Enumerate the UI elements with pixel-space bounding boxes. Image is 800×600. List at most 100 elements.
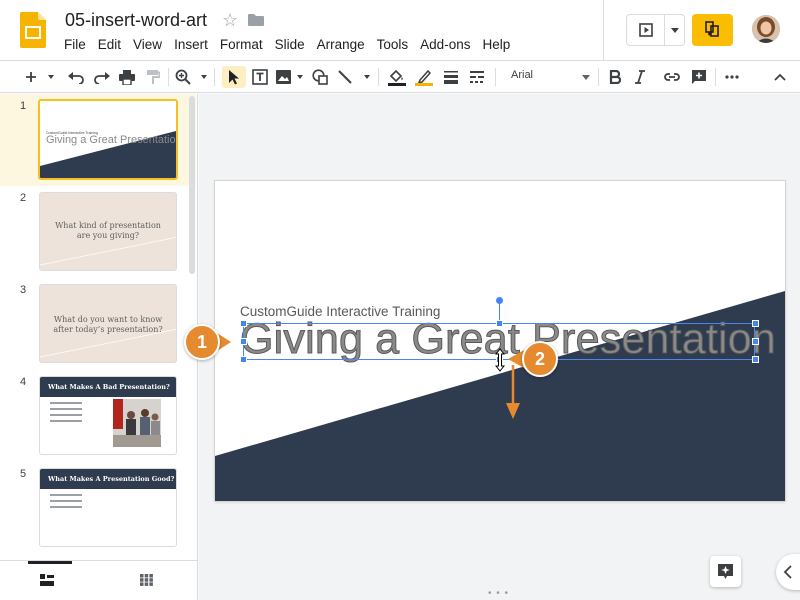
select-tool-button[interactable]: [222, 66, 246, 88]
callout-1: 1: [184, 324, 220, 360]
folder-icon[interactable]: [248, 13, 264, 26]
header-divider: [603, 0, 604, 60]
font-family-select[interactable]: Arial: [511, 69, 591, 81]
slide-number: 3: [20, 284, 27, 296]
insert-link-button[interactable]: [661, 66, 683, 88]
border-weight-button[interactable]: [440, 66, 462, 88]
text-box-button[interactable]: [249, 66, 271, 88]
slide-thumbnail[interactable]: What Makes A Presentation Good?: [39, 468, 177, 547]
toolbar-divider: [598, 68, 599, 86]
toolbar: Arial: [0, 60, 800, 93]
italic-button[interactable]: [630, 66, 650, 88]
more-options-button[interactable]: [721, 66, 743, 88]
menu-file[interactable]: File: [58, 36, 92, 53]
collapse-menus-button[interactable]: [769, 66, 791, 88]
slide-canvas-area: CustomGuide Interactive Training Giving …: [199, 94, 800, 600]
resize-cursor-icon: [495, 348, 505, 372]
callout-2: 2: [522, 341, 558, 377]
print-button[interactable]: [116, 66, 138, 88]
menu-view[interactable]: View: [127, 36, 168, 53]
resize-handle-nw[interactable]: [240, 320, 247, 327]
filmstrip-scrollbar[interactable]: [189, 96, 195, 274]
insert-image-button[interactable]: [274, 66, 306, 88]
menu-addons[interactable]: Add-ons: [414, 36, 476, 53]
menu-insert[interactable]: Insert: [168, 36, 214, 53]
border-color-button[interactable]: [412, 66, 436, 88]
filmstrip-slide-5[interactable]: 5 What Makes A Presentation Good?: [0, 462, 196, 554]
border-color-icon: [415, 69, 433, 86]
thumb-bullets: [50, 402, 82, 426]
thumb-title: Giving a Great Presentation: [46, 134, 178, 146]
zoom-button[interactable]: [174, 66, 210, 88]
filmstrip-slide-4[interactable]: 4 What Makes A Bad Presentation?: [0, 370, 196, 462]
menu-slide[interactable]: Slide: [269, 36, 311, 53]
slide-thumbnail[interactable]: What kind of presentation are you giving…: [39, 192, 177, 271]
slides-logo-icon[interactable]: [20, 12, 46, 48]
filmstrip-slide-2[interactable]: 2 What kind of presentation are you givi…: [0, 186, 196, 278]
grid-view-icon: [140, 574, 153, 586]
undo-button[interactable]: [65, 66, 87, 88]
menu-format[interactable]: Format: [214, 36, 269, 53]
grid-view-button[interactable]: [140, 573, 153, 591]
font-dropdown-icon[interactable]: [582, 75, 590, 80]
slide-number: 5: [20, 468, 27, 480]
menu-edit[interactable]: Edit: [92, 36, 127, 53]
paint-format-button[interactable]: [142, 66, 164, 88]
fill-color-button[interactable]: [385, 66, 409, 88]
border-dash-icon: [470, 71, 484, 83]
present-dropdown-icon[interactable]: [671, 28, 679, 33]
redo-button[interactable]: [91, 66, 113, 88]
resize-handle-ne[interactable]: [752, 320, 759, 327]
filmstrip-view-button[interactable]: [40, 573, 54, 591]
explore-icon: [718, 564, 733, 579]
star-icon[interactable]: ☆: [222, 10, 238, 31]
resize-handle-se[interactable]: [752, 356, 759, 363]
explore-button[interactable]: [710, 556, 741, 587]
present-divider: [664, 15, 665, 45]
resize-handle-w[interactable]: [240, 338, 247, 345]
chevron-left-icon: [783, 565, 792, 579]
select-icon: [229, 70, 239, 85]
toolbar-divider: [378, 68, 379, 86]
line-icon: [338, 70, 370, 84]
share-button[interactable]: [692, 14, 733, 46]
thumb-bullets: [50, 494, 82, 512]
bold-button[interactable]: [605, 66, 625, 88]
document-title[interactable]: 05-insert-word-art: [65, 10, 207, 31]
slide-thumbnail[interactable]: What Makes A Bad Presentation?: [39, 376, 177, 455]
menu-arrange[interactable]: Arrange: [311, 36, 371, 53]
shape-icon: [311, 69, 328, 85]
slide-editor[interactable]: CustomGuide Interactive Training Giving …: [215, 181, 785, 501]
menu-bar: File Edit View Insert Format Slide Arran…: [58, 36, 516, 53]
filmstrip-view-icon: [40, 574, 54, 586]
toolbar-divider: [168, 68, 169, 86]
menu-tools[interactable]: Tools: [371, 36, 415, 53]
zoom-icon: [175, 69, 207, 85]
toolbar-divider: [495, 68, 496, 86]
filmstrip-slide-3[interactable]: 3 What do you want to know after today’s…: [0, 278, 196, 370]
present-button[interactable]: [626, 14, 685, 46]
resize-handle-e[interactable]: [752, 338, 759, 345]
slide-thumbnail[interactable]: CustomGuide Interactive Training Giving …: [38, 99, 178, 180]
app-header: 05-insert-word-art ☆ File Edit View Inse…: [0, 0, 800, 60]
comment-icon: [692, 70, 706, 84]
line-button[interactable]: [336, 66, 374, 88]
slide-thumbnail[interactable]: What do you want to know after today’s p…: [39, 284, 177, 363]
menu-help[interactable]: Help: [476, 36, 516, 53]
avatar[interactable]: [752, 15, 780, 43]
side-panel-toggle[interactable]: [776, 554, 800, 590]
shape-button[interactable]: [309, 66, 331, 88]
resize-handle-sw[interactable]: [240, 356, 247, 363]
drag-direction-arrow-icon: [506, 365, 520, 419]
slide-number: 2: [20, 192, 27, 204]
bold-icon: [609, 70, 621, 84]
new-slide-button[interactable]: [24, 66, 58, 88]
collapse-icon: [774, 73, 786, 81]
resize-handle-n[interactable]: [496, 320, 503, 327]
rotate-handle[interactable]: [496, 297, 503, 304]
border-dash-button[interactable]: [466, 66, 488, 88]
filmstrip-slide-1[interactable]: 1 CustomGuide Interactive Training Givin…: [0, 94, 196, 186]
thumb-header-text: What Makes A Presentation Good?: [48, 475, 175, 483]
speaker-notes-grip[interactable]: • • •: [488, 588, 509, 599]
add-comment-button[interactable]: [688, 66, 710, 88]
